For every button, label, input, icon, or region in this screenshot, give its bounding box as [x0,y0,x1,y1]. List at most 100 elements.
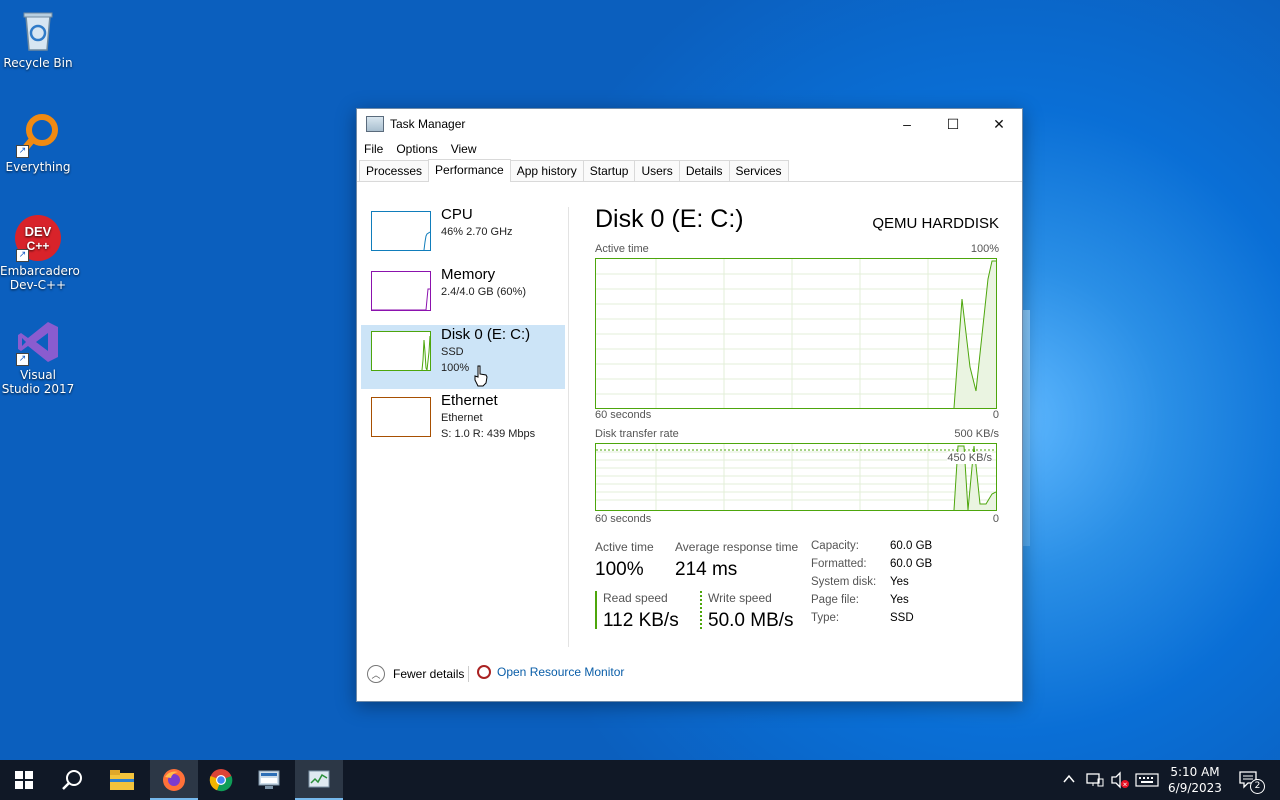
windows-logo-icon [15,771,33,789]
tab-users[interactable]: Users [634,160,680,181]
desktop-icon-label: Everything [5,160,71,174]
prop-capacity-value: 60.0 GB [890,540,933,552]
chrome-icon [209,769,233,792]
recycle-bin-icon [14,6,62,54]
active-time-graph [595,258,997,409]
visual-studio-icon: ↗ [14,318,62,366]
maximize-button[interactable]: ☐ [930,109,976,139]
avg-response-value: 214 ms [675,559,738,580]
taskbar-firefox[interactable] [150,760,198,800]
prop-system-disk-key: System disk: [811,576,877,588]
tab-processes[interactable]: Processes [359,160,430,181]
sidebar-item-ethernet[interactable]: Ethernet Ethernet S: 1.0 R: 439 Mbps [361,391,565,455]
tab-performance[interactable]: Performance [428,159,511,182]
sidebar-divider [568,207,569,647]
sidebar-item-throughput: S: 1.0 R: 439 Mbps [441,428,536,440]
desktop-icon-recycle-bin[interactable]: Recycle Bin [0,6,76,70]
sidebar-item-detail: SSD [441,346,464,358]
search-button[interactable] [48,760,96,800]
open-resource-monitor-link[interactable]: Open Resource Monitor [477,665,624,679]
network-app-icon [258,770,280,789]
sidebar-item-label: Memory [441,266,496,283]
prop-type-value: SSD [890,612,914,624]
window-footer: ︿ Fewer details Open Resource Monitor [357,653,1022,701]
memory-thumbnail-graph [371,271,431,311]
prop-page-file-value: Yes [890,594,909,606]
mouse-cursor-icon [473,365,489,392]
file-explorer-icon [110,770,134,790]
active-time-graph-max: 100% [970,243,999,255]
shortcut-arrow-icon: ↗ [16,145,29,158]
taskbar-network-app[interactable] [245,760,293,800]
start-button[interactable] [0,760,48,800]
window-title: Task Manager [390,117,466,131]
sidebar-item-disk-0[interactable]: Disk 0 (E: C:) SSD 100% [361,325,565,389]
desktop-glow [1022,310,1030,546]
write-speed-label: Write speed [708,591,772,605]
clock-date: 6/9/2023 [1168,781,1222,795]
task-manager-icon [308,770,330,788]
title-bar[interactable]: Task Manager – ☐ ✕ [357,109,1022,139]
desktop-icon-everything[interactable]: ↗ Everything [0,110,76,174]
sidebar-item-label: CPU [441,206,473,223]
taskbar-file-explorer[interactable] [98,760,146,800]
tab-details[interactable]: Details [678,160,730,181]
desktop-icon-label: Visual Studio 2017 [1,368,75,396]
read-speed-marker [595,591,597,629]
keyboard-button[interactable] [1135,772,1159,791]
transfer-rate-graph: 450 KB/s [595,443,997,511]
volume-button[interactable]: ✕ [1110,771,1130,792]
write-speed-marker [700,591,702,629]
sidebar-item-cpu[interactable]: CPU 46% 2.70 GHz [361,205,565,269]
prop-system-disk-value: Yes [890,576,909,588]
desktop-icon-devcpp[interactable]: DEV C++ ↗ Embarcadero Dev-C++ [0,214,80,292]
disk-thumbnail-graph [371,331,431,372]
tab-bar: Processes Performance App history Startu… [357,159,1022,182]
sidebar-item-detail: 46% 2.70 GHz [441,226,513,238]
task-manager-window: Task Manager – ☐ ✕ File Options View Pro… [356,108,1023,702]
tab-services[interactable]: Services [728,160,789,181]
network-status-button[interactable] [1086,771,1104,792]
read-speed-label: Read speed [603,591,668,605]
transfer-graph-label: Disk transfer rate [595,428,679,440]
show-hidden-icons-button[interactable] [1062,772,1076,789]
taskbar-chrome[interactable] [197,760,245,800]
prop-formatted-key: Formatted: [811,558,867,570]
avg-response-label: Average response time [675,540,799,554]
sidebar-item-usage: 100% [441,362,470,374]
menu-file[interactable]: File [364,142,383,156]
search-icon [62,770,82,790]
close-icon: ✕ [993,115,1005,132]
minimize-button[interactable]: – [884,109,930,139]
desktop-icon-label: Recycle Bin [3,56,73,70]
prop-formatted-value: 60.0 GB [890,558,933,570]
action-center-button[interactable]: 2 [1238,769,1265,794]
clock[interactable]: 5:10 AM 6/9/2023 [1166,764,1224,796]
volume-muted-icon: ✕ [1111,771,1129,789]
shortcut-arrow-icon: ↗ [16,353,29,366]
active-time-graph-label: Active time [595,243,649,255]
close-button[interactable]: ✕ [976,109,1022,139]
active-time-x-label: 60 seconds [595,409,652,421]
task-manager-icon [366,116,384,132]
resource-monitor-icon [477,665,491,679]
clock-time: 5:10 AM [1170,765,1220,779]
desktop-icon-visual-studio[interactable]: ↗ Visual Studio 2017 [0,318,76,396]
menu-options[interactable]: Options [396,142,437,156]
menu-bar: File Options View [357,139,1022,159]
tab-app-history[interactable]: App history [509,160,584,181]
write-speed-value: 50.0 MB/s [708,610,794,631]
tab-startup[interactable]: Startup [582,160,636,181]
taskbar-task-manager[interactable] [295,760,343,800]
menu-view[interactable]: View [451,142,477,156]
chevron-up-icon [1063,774,1075,783]
sidebar-item-memory[interactable]: Memory 2.4/4.0 GB (60%) [361,265,565,329]
notification-count-badge: 2 [1250,779,1265,794]
transfer-x-label: 60 seconds [595,513,652,525]
transfer-graph-scale-label: 450 KB/s [947,452,992,464]
fewer-details-button[interactable]: ︿ Fewer details [367,665,464,683]
prop-type-key: Type: [811,612,840,624]
sidebar-item-detail: 2.4/4.0 GB (60%) [441,286,526,298]
firefox-icon [163,769,185,791]
sidebar-item-detail: Ethernet [441,412,483,424]
